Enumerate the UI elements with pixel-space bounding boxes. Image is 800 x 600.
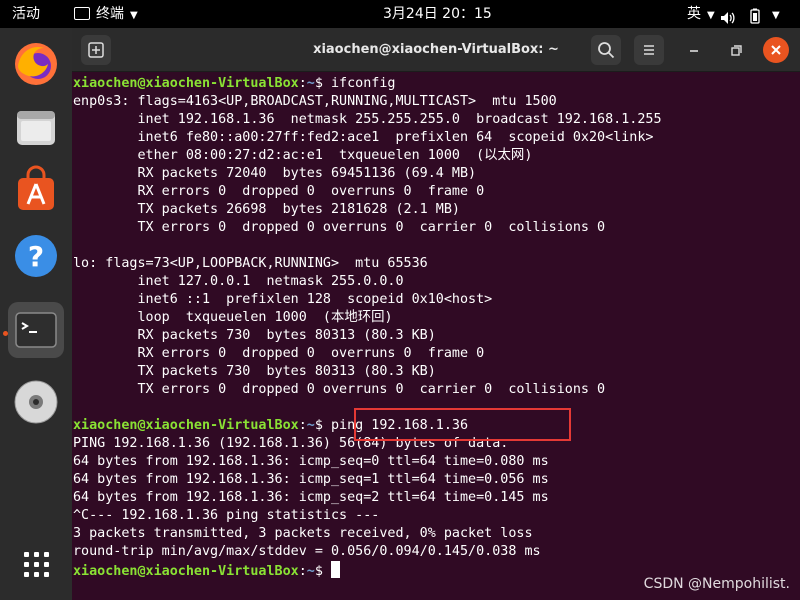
terminal-output: xiaochen@xiaochen-VirtualBox:~$ ifconfig… bbox=[73, 75, 662, 579]
app-menu[interactable]: 终端 ▼ bbox=[74, 0, 138, 28]
system-menu-chevron-icon[interactable]: ▼ bbox=[772, 0, 780, 28]
output-line: 64 bytes from 192.168.1.36: icmp_seq=1 t… bbox=[73, 472, 549, 487]
hamburger-menu-button[interactable] bbox=[634, 35, 664, 65]
output-line: ether 08:00:27:d2:ac:e1 txqueuelen 1000 … bbox=[73, 148, 533, 163]
output-line: RX errors 0 dropped 0 overruns 0 frame 0 bbox=[73, 184, 485, 199]
prompt-separator: : bbox=[298, 76, 307, 91]
prompt-user: xiaochen@xiaochen-VirtualBox bbox=[73, 564, 299, 579]
output-line: loop txqueuelen 1000 (本地环回) bbox=[73, 310, 393, 325]
prompt-user: xiaochen@xiaochen-VirtualBox bbox=[73, 76, 299, 91]
prompt-separator: : bbox=[298, 418, 307, 433]
highlight-box bbox=[354, 408, 571, 441]
output-line: RX packets 72040 bytes 69451136 (69.4 MB… bbox=[73, 166, 477, 181]
input-method-indicator[interactable]: 英 ▼ bbox=[687, 0, 715, 28]
output-line: 64 bytes from 192.168.1.36: icmp_seq=0 t… bbox=[73, 454, 549, 469]
output-line: inet 192.168.1.36 netmask 255.255.255.0 … bbox=[73, 112, 662, 127]
prompt-separator: : bbox=[298, 564, 307, 579]
output-line: lo: flags=73<UP,LOOPBACK,RUNNING> mtu 65… bbox=[73, 256, 428, 271]
terminal-icon bbox=[15, 312, 57, 348]
maximize-icon bbox=[731, 45, 742, 56]
minimize-icon bbox=[690, 50, 698, 52]
output-line: TX errors 0 dropped 0 overruns 0 carrier… bbox=[73, 220, 606, 235]
prompt-end: $ bbox=[314, 418, 331, 433]
chevron-down-icon: ▼ bbox=[707, 10, 715, 21]
dock-item-files[interactable] bbox=[8, 100, 64, 156]
svg-text:?: ? bbox=[28, 240, 44, 273]
new-tab-icon bbox=[88, 42, 104, 58]
command-text: ifconfig bbox=[330, 76, 396, 91]
clock[interactable]: 3月24日 20：15 bbox=[383, 0, 492, 28]
minimize-button[interactable] bbox=[679, 35, 709, 65]
terminal-header-bar: xiaochen@xiaochen-VirtualBox: ~ bbox=[72, 28, 800, 72]
output-line: RX errors 0 dropped 0 overruns 0 frame 0 bbox=[73, 346, 485, 361]
help-icon: ? bbox=[15, 235, 57, 277]
files-icon bbox=[17, 111, 55, 145]
dock: ? bbox=[0, 28, 72, 600]
prompt-end: $ bbox=[314, 76, 331, 91]
prompt-line: xiaochen@xiaochen-VirtualBox:~$ ifconfig bbox=[73, 75, 662, 93]
activities-button[interactable]: 活动 bbox=[12, 0, 40, 28]
input-method-label: 英 bbox=[687, 6, 701, 22]
app-grid-icon bbox=[24, 552, 49, 577]
prompt-path: ~ bbox=[306, 418, 315, 433]
dock-item-firefox[interactable] bbox=[8, 36, 64, 92]
output-line: 64 bytes from 192.168.1.36: icmp_seq=2 t… bbox=[73, 490, 549, 505]
output-line: inet6 fe80::a00:27ff:fed2:ace1 prefixlen… bbox=[73, 130, 654, 145]
output-line: enp0s3: flags=4163<UP,BROADCAST,RUNNING,… bbox=[73, 94, 557, 109]
chevron-down-icon: ▼ bbox=[130, 10, 138, 21]
watermark: CSDN @Nempohilist. bbox=[643, 576, 790, 592]
output-line: inet6 ::1 prefixlen 128 scopeid 0x10<hos… bbox=[73, 292, 493, 307]
top-bar: 活动 终端 ▼ 3月24日 20：15 英 ▼ ▼ bbox=[0, 0, 800, 28]
prompt-end: $ bbox=[314, 564, 331, 579]
maximize-button[interactable] bbox=[721, 35, 751, 65]
dock-item-ubuntu-software[interactable] bbox=[8, 164, 64, 220]
search-icon bbox=[598, 42, 615, 59]
prompt-user: xiaochen@xiaochen-VirtualBox bbox=[73, 418, 299, 433]
output-line: inet 127.0.0.1 netmask 255.0.0.0 bbox=[73, 274, 404, 289]
output-line: TX errors 0 dropped 0 overruns 0 carrier… bbox=[73, 382, 606, 397]
app-menu-label: 终端 bbox=[96, 6, 124, 22]
dock-item-dvd[interactable] bbox=[8, 374, 64, 430]
terminal-content[interactable]: xiaochen@xiaochen-VirtualBox:~$ ifconfig… bbox=[72, 72, 800, 600]
firefox-icon bbox=[15, 43, 57, 85]
new-tab-button[interactable] bbox=[81, 35, 111, 65]
prompt-line: xiaochen@xiaochen-VirtualBox:~$ bbox=[73, 561, 662, 579]
text-cursor bbox=[330, 561, 340, 578]
volume-icon[interactable] bbox=[720, 7, 736, 24]
dock-item-help[interactable]: ? bbox=[8, 228, 64, 284]
output-line: TX packets 26698 bytes 2181628 (2.1 MB) bbox=[73, 202, 460, 217]
output-line: TX packets 730 bytes 80313 (80.3 KB) bbox=[73, 364, 436, 379]
close-button[interactable] bbox=[763, 37, 789, 63]
show-applications-button[interactable] bbox=[8, 536, 64, 592]
dvd-icon bbox=[14, 380, 58, 424]
terminal-app-icon bbox=[74, 7, 90, 20]
software-bag-icon bbox=[18, 165, 54, 210]
output-line: RX packets 730 bytes 80313 (80.3 KB) bbox=[73, 328, 436, 343]
close-icon bbox=[771, 45, 781, 55]
hamburger-menu-icon bbox=[644, 45, 654, 55]
search-button[interactable] bbox=[591, 35, 621, 65]
output-line: 3 packets transmitted, 3 packets receive… bbox=[73, 526, 533, 541]
prompt-path: ~ bbox=[306, 564, 315, 579]
output-line: round-trip min/avg/max/stddev = 0.056/0.… bbox=[73, 544, 541, 559]
battery-icon[interactable] bbox=[750, 6, 760, 24]
prompt-path: ~ bbox=[306, 76, 315, 91]
dock-item-terminal[interactable] bbox=[8, 302, 64, 358]
output-line: ^C--- 192.168.1.36 ping statistics --- bbox=[73, 508, 380, 523]
